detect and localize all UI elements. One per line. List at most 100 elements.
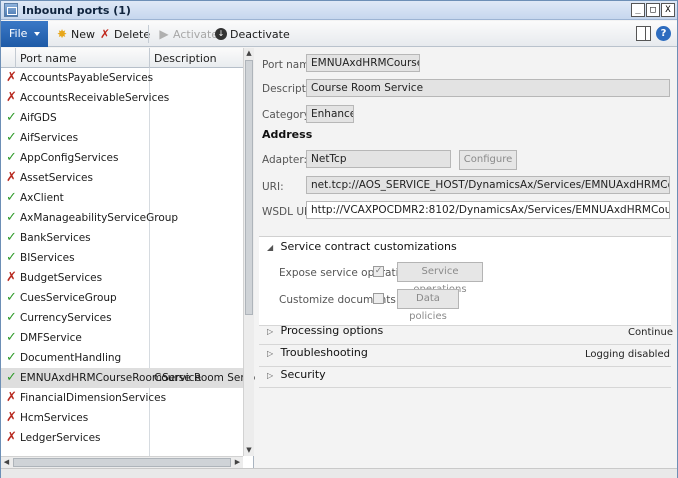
active-check-icon: ✓ — [6, 190, 17, 205]
service-contract-header[interactable]: ◢ Service contract customizations — [267, 240, 457, 253]
port-name-cell: AccountsReceivableServices — [20, 92, 170, 104]
activate-button[interactable]: ▶ Activate — [158, 27, 218, 41]
table-row[interactable]: ✓ DocumentHandling — [1, 348, 243, 368]
table-row[interactable]: ✓ BankServices — [1, 228, 243, 248]
table-row[interactable]: ✗ LedgerServices — [1, 428, 243, 448]
data-policies-button[interactable]: Data policies — [397, 289, 459, 322]
security-header[interactable]: ▷ Security — [267, 368, 326, 381]
configure-button[interactable]: Configure — [459, 150, 517, 170]
table-row[interactable]: ✓ AxManageabilityServiceGroup — [1, 208, 243, 228]
title-bar: Inbound ports (1) _ □ X — [1, 1, 677, 20]
active-check-icon: ✓ — [6, 350, 17, 365]
fasttab-divider — [259, 366, 671, 367]
service-operations-button[interactable]: Service operations — [397, 262, 483, 295]
scroll-right-icon[interactable]: ▶ — [232, 457, 243, 468]
troubleshooting-title: Troubleshooting — [280, 346, 368, 359]
active-check-icon: ✓ — [6, 370, 17, 385]
vertical-scrollbar[interactable]: ▲ ▼ — [243, 48, 254, 456]
port-name-cell: AifServices — [20, 132, 79, 144]
processing-options-title: Processing options — [280, 324, 384, 337]
wsdl-uri-field[interactable]: http://VCAXPOCDMR2:8102/DynamicsAx/Servi… — [306, 201, 670, 219]
table-row[interactable]: ✓ DMFService — [1, 328, 243, 348]
horizontal-scroll-thumb[interactable] — [13, 458, 231, 467]
scroll-left-icon[interactable]: ◀ — [1, 457, 12, 468]
port-name-cell: AppConfigServices — [20, 152, 119, 164]
port-name-cell: BudgetServices — [20, 272, 103, 284]
table-row[interactable]: ✗ AssetServices — [1, 168, 243, 188]
scroll-down-icon[interactable]: ▼ — [244, 445, 254, 456]
horizontal-scrollbar[interactable]: ◀ ▶ — [1, 456, 243, 468]
deactivate-button[interactable]: ↓ Deactivate — [215, 27, 290, 41]
service-contract-title: Service contract customizations — [280, 240, 457, 253]
inbound-ports-window: Inbound ports (1) _ □ X File ✸ New ✗ Del… — [0, 0, 678, 478]
table-row[interactable]: ✓ BIServices — [1, 248, 243, 268]
port-name-cell: CurrencyServices — [20, 312, 112, 324]
address-heading: Address — [262, 128, 313, 141]
grid-header: Port name Description — [1, 48, 243, 68]
description-field[interactable]: Course Room Service — [306, 79, 670, 97]
table-row[interactable]: ✓ CuesServiceGroup — [1, 288, 243, 308]
troubleshooting-header[interactable]: ▷ Troubleshooting — [267, 346, 368, 359]
table-row[interactable]: ✓ EMNUAxdHRMCourseRoomService Course Room … — [1, 368, 266, 388]
delete-button[interactable]: ✗ Delete — [99, 27, 150, 41]
delete-button-label: Delete — [114, 27, 151, 41]
minimize-button[interactable]: _ — [631, 3, 645, 17]
window-title: Inbound ports (1) — [22, 4, 131, 17]
help-icon[interactable]: ? — [656, 26, 671, 41]
table-row[interactable]: ✓ AxClient — [1, 188, 243, 208]
details-panel: Port name: EMNUAxdHRMCourseRoomServ Desc… — [255, 48, 677, 468]
expose-operations-checkbox[interactable]: ✓ — [373, 266, 384, 277]
active-check-icon: ✓ — [6, 110, 17, 125]
fasttab-divider — [259, 344, 671, 345]
port-name-field[interactable]: EMNUAxdHRMCourseRoomServ — [306, 54, 420, 72]
port-name-cell: BankServices — [20, 232, 91, 244]
table-row[interactable]: ✗ AccountsPayableServices — [1, 68, 243, 88]
processing-options-summary: Continue — [628, 327, 673, 338]
processing-options-header[interactable]: ▷ Processing options — [267, 324, 383, 337]
active-check-icon: ✓ — [6, 290, 17, 305]
inactive-x-icon: ✗ — [6, 70, 17, 85]
port-name-cell: DMFService — [20, 332, 82, 344]
active-check-icon: ✓ — [6, 230, 17, 245]
close-button[interactable]: X — [661, 3, 675, 17]
port-name-cell: AxClient — [20, 192, 64, 204]
table-row[interactable]: ✓ AifGDS — [1, 108, 243, 128]
inactive-x-icon: ✗ — [6, 410, 17, 425]
window-controls: _ □ X — [631, 3, 675, 17]
deactivate-arrow-icon: ↓ — [215, 28, 227, 40]
file-menu-button[interactable]: File — [1, 21, 48, 47]
new-star-icon: ✸ — [56, 27, 68, 41]
column-header-port-name[interactable]: Port name — [20, 52, 77, 65]
layout-toggle-icon[interactable] — [636, 26, 651, 41]
table-row[interactable]: ✓ CurrencyServices — [1, 308, 243, 328]
port-name-cell: CuesServiceGroup — [20, 292, 117, 304]
table-row[interactable]: ✗ HcmServices — [1, 408, 243, 428]
column-header-description[interactable]: Description — [154, 52, 217, 65]
service-contract-fasttab: ◢ Service contract customizations Expose… — [259, 236, 671, 325]
vertical-scroll-thumb[interactable] — [245, 60, 253, 315]
port-name-cell: FinancialDimensionServices — [20, 392, 167, 404]
table-row[interactable]: ✓ AppConfigServices — [1, 148, 243, 168]
active-check-icon: ✓ — [6, 150, 17, 165]
table-row[interactable]: ✗ AccountsReceivableServices — [1, 88, 243, 108]
maximize-button[interactable]: □ — [646, 3, 660, 17]
uri-field[interactable]: net.tcp://AOS_SERVICE_HOST/DynamicsAx/Se… — [306, 176, 670, 194]
table-row[interactable]: ✓ AifServices — [1, 128, 243, 148]
inactive-x-icon: ✗ — [6, 90, 17, 105]
customize-documents-checkbox[interactable] — [373, 293, 384, 304]
port-name-cell: AccountsPayableServices — [20, 72, 154, 84]
new-button[interactable]: ✸ New — [56, 27, 95, 41]
port-name-cell: LedgerServices — [20, 432, 101, 444]
category-field[interactable]: Enhanced — [306, 105, 354, 123]
table-row[interactable]: ✗ BudgetServices — [1, 268, 243, 288]
adapter-label: Adapter: — [262, 154, 308, 166]
active-check-icon: ✓ — [6, 250, 17, 265]
active-check-icon: ✓ — [6, 310, 17, 325]
port-name-cell: AifGDS — [20, 112, 57, 124]
table-row[interactable]: ✗ FinancialDimensionServices — [1, 388, 243, 408]
scroll-up-icon[interactable]: ▲ — [244, 48, 254, 59]
active-check-icon: ✓ — [6, 130, 17, 145]
adapter-field[interactable]: NetTcp — [306, 150, 451, 168]
port-name-cell: DocumentHandling — [20, 352, 122, 364]
action-pane: File ✸ New ✗ Delete ▶ Activate ↓ Deactiv… — [1, 21, 677, 47]
